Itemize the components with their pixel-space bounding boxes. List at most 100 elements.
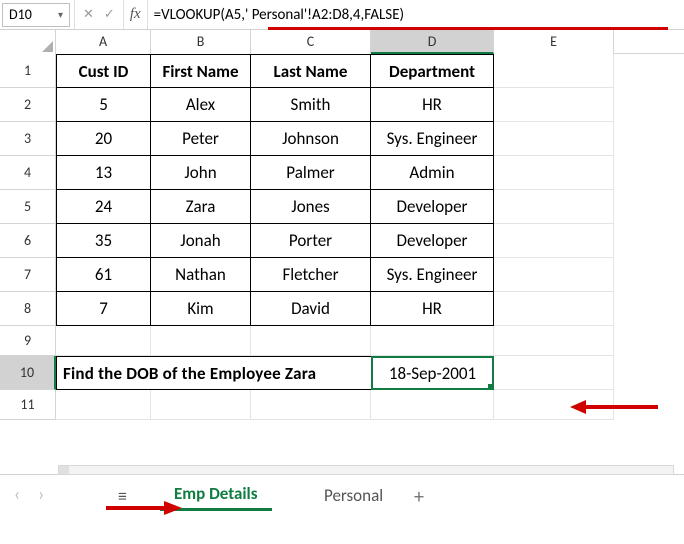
cell-A8[interactable]: 7	[56, 292, 151, 326]
horizontal-scrollbar[interactable]	[58, 465, 674, 475]
row-7: 7 61 Nathan Fletcher Sys. Engineer	[0, 258, 684, 292]
formula-input[interactable]: =VLOOKUP(A5,' Personal'!A2:D8,4,FALSE)	[147, 0, 684, 29]
cell-A2[interactable]: 5	[56, 88, 151, 122]
col-header-C[interactable]: C	[251, 30, 371, 54]
row-1: 1 Cust ID First Name Last Name Departmen…	[0, 54, 684, 88]
cell-D6[interactable]: Developer	[371, 224, 494, 258]
fx-icon[interactable]: fx	[123, 0, 147, 29]
row-header-4[interactable]: 4	[0, 156, 56, 190]
cell-A7[interactable]: 61	[56, 258, 151, 292]
row-header-2[interactable]: 2	[0, 88, 56, 122]
row-header-8[interactable]: 8	[0, 292, 56, 326]
chevron-down-icon[interactable]: ▾	[58, 8, 63, 21]
row-header-7[interactable]: 7	[0, 258, 56, 292]
cell-A6[interactable]: 35	[56, 224, 151, 258]
cell-A10[interactable]: Find the DOB of the Employee Zara	[56, 356, 371, 390]
cell-E5[interactable]	[494, 190, 614, 224]
col-header-A[interactable]: A	[56, 30, 151, 54]
scroll-left-icon[interactable]	[59, 466, 69, 474]
cell-C3[interactable]: Johnson	[251, 122, 371, 156]
row-header-5[interactable]: 5	[0, 190, 56, 224]
col-header-D[interactable]: D	[371, 30, 494, 54]
cell-C8[interactable]: David	[251, 292, 371, 326]
cell-E10[interactable]	[494, 356, 614, 390]
name-box[interactable]: D10 ▾	[2, 3, 70, 27]
cell-E1[interactable]	[494, 54, 614, 88]
cell-A9[interactable]	[56, 326, 151, 356]
cell-B8[interactable]: Kim	[151, 292, 251, 326]
cell-A11[interactable]	[56, 390, 151, 420]
cell-E3[interactable]	[494, 122, 614, 156]
cell-C4[interactable]: Palmer	[251, 156, 371, 190]
cell-E2[interactable]	[494, 88, 614, 122]
row-6: 6 35 Jonah Porter Developer	[0, 224, 684, 258]
cell-B11[interactable]	[151, 390, 251, 420]
cell-D11[interactable]	[371, 390, 494, 420]
cell-B1[interactable]: First Name	[151, 54, 251, 88]
cell-C5[interactable]: Jones	[251, 190, 371, 224]
cell-D5[interactable]: Developer	[371, 190, 494, 224]
cell-A4[interactable]: 13	[56, 156, 151, 190]
cell-D10[interactable]: 18-Sep-2001	[371, 356, 494, 390]
row-4: 4 13 John Palmer Admin	[0, 156, 684, 190]
cell-B3[interactable]: Peter	[151, 122, 251, 156]
add-sheet-icon[interactable]: +	[414, 485, 424, 509]
cell-D3[interactable]: Sys. Engineer	[371, 122, 494, 156]
cell-E9[interactable]	[494, 326, 614, 356]
row-header-9[interactable]: 9	[0, 326, 56, 356]
row-header-11[interactable]: 11	[0, 390, 56, 420]
formula-bar: D10 ▾ ✕ ✓ fx =VLOOKUP(A5,' Personal'!A2:…	[0, 0, 684, 30]
cell-B2[interactable]: Alex	[151, 88, 251, 122]
cell-D2[interactable]: HR	[371, 88, 494, 122]
cell-C1[interactable]: Last Name	[251, 54, 371, 88]
tab-personal[interactable]: Personal	[310, 479, 397, 511]
annotation-arrow-result	[570, 397, 660, 422]
sheet-nav-arrows: ‹ ›	[14, 483, 44, 505]
cell-C9[interactable]	[251, 326, 371, 356]
confirm-icon[interactable]: ✓	[104, 7, 115, 22]
cell-D4[interactable]: Admin	[371, 156, 494, 190]
row-9: 9	[0, 326, 684, 356]
cell-D9[interactable]	[371, 326, 494, 356]
col-header-B[interactable]: B	[151, 30, 251, 54]
name-box-value: D10	[9, 6, 32, 23]
row-3: 3 20 Peter Johnson Sys. Engineer	[0, 122, 684, 156]
cell-B4[interactable]: John	[151, 156, 251, 190]
cell-A1[interactable]: Cust ID	[56, 54, 151, 88]
cell-A5[interactable]: 24	[56, 190, 151, 224]
cell-C11[interactable]	[251, 390, 371, 420]
formula-bar-buttons: ✕ ✓	[74, 0, 123, 29]
row-header-1[interactable]: 1	[0, 54, 56, 88]
cell-D8[interactable]: HR	[371, 292, 494, 326]
row-2: 2 5 Alex Smith HR	[0, 88, 684, 122]
cell-E6[interactable]	[494, 224, 614, 258]
row-header-10[interactable]: 10	[0, 356, 56, 390]
cell-B9[interactable]	[151, 326, 251, 356]
sheet-tabs-bar: ‹ › ≡ Emp Details Personal +	[0, 474, 684, 514]
next-sheet-icon[interactable]: ›	[38, 483, 44, 505]
cell-E7[interactable]	[494, 258, 614, 292]
row-header-6[interactable]: 6	[0, 224, 56, 258]
cell-C2[interactable]: Smith	[251, 88, 371, 122]
annotation-arrow-tab	[104, 498, 184, 523]
cell-B7[interactable]: Nathan	[151, 258, 251, 292]
column-headers: A B C D E	[0, 30, 684, 54]
spreadsheet-grid: A B C D E 1 Cust ID First Name Last Name…	[0, 30, 684, 420]
cell-A3[interactable]: 20	[56, 122, 151, 156]
cell-E4[interactable]	[494, 156, 614, 190]
cell-B5[interactable]: Zara	[151, 190, 251, 224]
row-5: 5 24 Zara Jones Developer	[0, 190, 684, 224]
col-header-E[interactable]: E	[494, 30, 614, 54]
prev-sheet-icon[interactable]: ‹	[14, 483, 20, 505]
cell-D7[interactable]: Sys. Engineer	[371, 258, 494, 292]
select-all-cell[interactable]	[0, 30, 56, 54]
row-8: 8 7 Kim David HR	[0, 292, 684, 326]
row-10: 10 Find the DOB of the Employee Zara 18-…	[0, 356, 684, 390]
cell-E8[interactable]	[494, 292, 614, 326]
cell-B6[interactable]: Jonah	[151, 224, 251, 258]
cell-C7[interactable]: Fletcher	[251, 258, 371, 292]
cell-D1[interactable]: Department	[371, 54, 494, 88]
cancel-icon[interactable]: ✕	[83, 7, 94, 22]
row-header-3[interactable]: 3	[0, 122, 56, 156]
cell-C6[interactable]: Porter	[251, 224, 371, 258]
